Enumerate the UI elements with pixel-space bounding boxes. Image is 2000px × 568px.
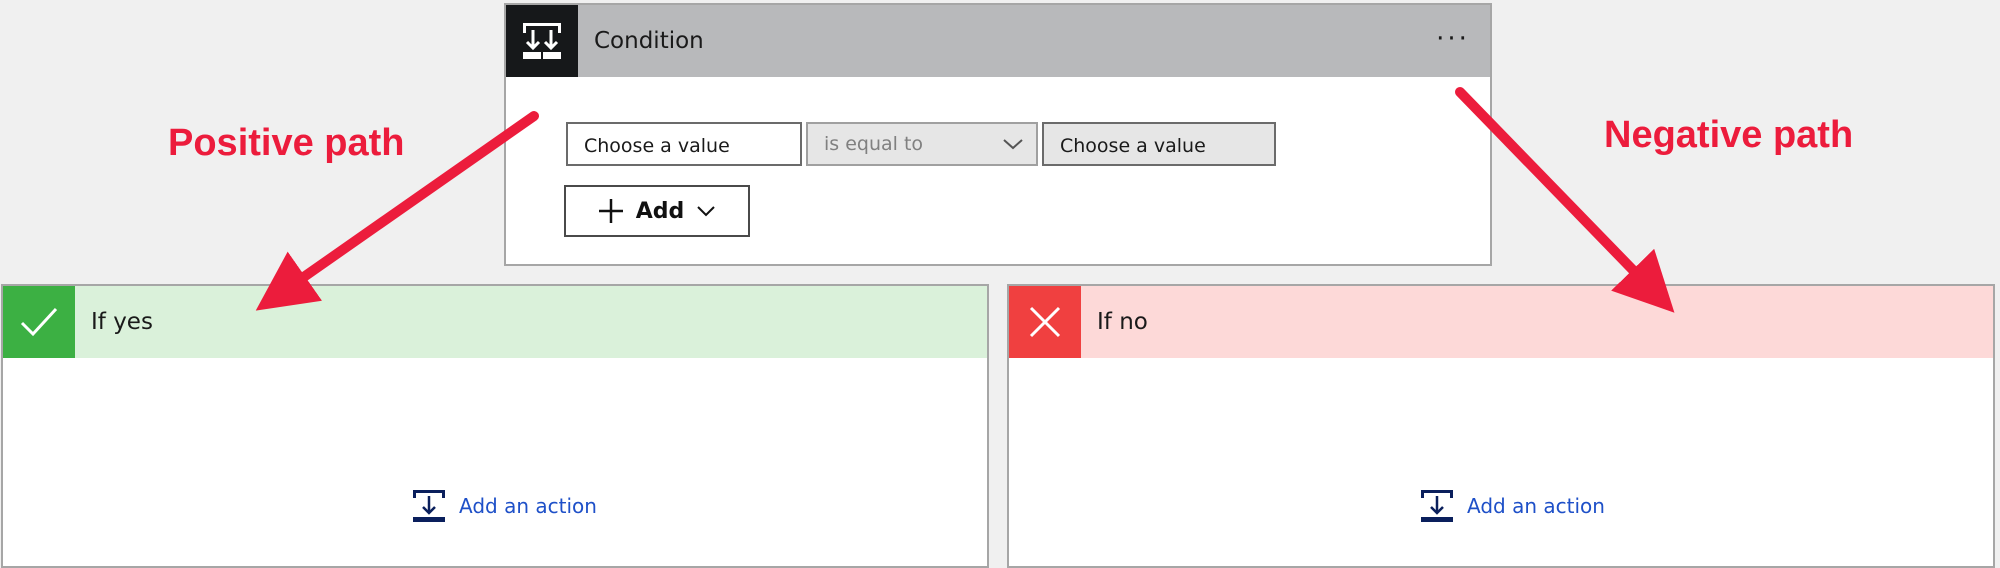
branch-if-no-title: If no [1097,309,1148,335]
chevron-down-icon [1003,139,1023,150]
right-value-input[interactable]: Choose a value [1042,122,1276,166]
chevron-down-icon [697,206,715,217]
add-action-icon [1421,490,1453,522]
add-action-icon [413,490,445,522]
branch-if-no: If no Add an action [1007,284,1995,568]
close-icon [1009,286,1081,358]
condition-card: Condition ··· Choose a value is equal to… [504,3,1492,266]
negative-path-annotation: Negative path [1604,114,1854,156]
add-action-button-no[interactable]: Add an action [1419,486,1605,526]
more-options-button[interactable]: ··· [1430,19,1476,59]
branch-if-yes-title: If yes [91,309,153,335]
left-value-input[interactable]: Choose a value [566,122,802,166]
plus-icon [598,199,623,223]
check-icon [3,286,75,358]
branch-if-no-header[interactable]: If no [1009,286,1993,358]
positive-path-annotation: Positive path [168,122,405,164]
condition-title: Condition [594,28,704,54]
operator-value: is equal to [824,133,924,155]
condition-header[interactable]: Condition ··· [506,5,1490,77]
add-button[interactable]: Add [564,185,750,237]
add-button-label: Add [635,198,685,224]
branch-if-yes: If yes Add an action [1,284,989,568]
operator-dropdown[interactable]: is equal to [806,122,1038,166]
add-action-label: Add an action [1467,494,1605,518]
add-action-label: Add an action [459,494,597,518]
branch-if-yes-header[interactable]: If yes [3,286,987,358]
add-action-button-yes[interactable]: Add an action [411,486,597,526]
condition-icon [506,5,578,77]
